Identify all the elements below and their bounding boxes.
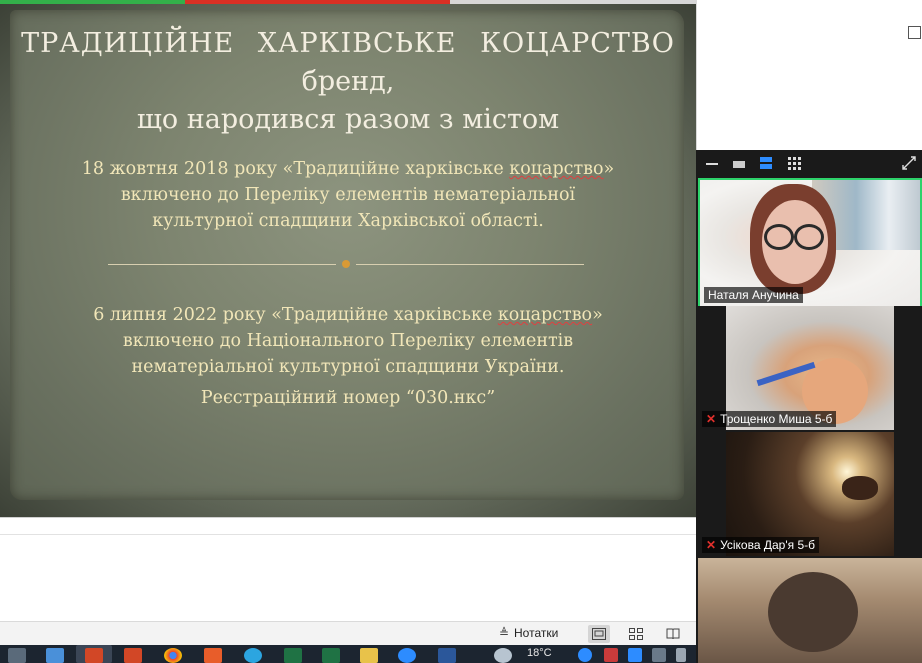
start-icon[interactable] (8, 648, 26, 663)
word-icon[interactable] (438, 648, 456, 663)
side-panel-blank (696, 0, 922, 150)
muted-mic-icon: ✕ (706, 538, 717, 552)
excel-icon-2[interactable] (322, 648, 340, 663)
tray-display-icon[interactable] (652, 648, 666, 662)
notes-pane[interactable] (0, 517, 696, 622)
gallery-view-icon[interactable] (788, 157, 802, 174)
slide-sorter-button[interactable] (625, 625, 647, 643)
fullscreen-icon[interactable] (902, 156, 916, 173)
speaker-view-icon[interactable] (760, 157, 772, 169)
notes-button[interactable]: ≜ Нотатки (498, 626, 558, 640)
panel-checkbox[interactable] (908, 26, 921, 39)
zoom-panel-toolbar (696, 150, 922, 178)
divider-left (108, 264, 336, 265)
telegram-icon[interactable] (244, 648, 262, 663)
participant-name: ✕ Усікова Дар'я 5-б (702, 537, 819, 553)
slide-subtitle-line1: бренд, (301, 66, 395, 97)
divider-ornament (342, 260, 350, 268)
registration-number: Реєстраційний номер “030.нкс” (200, 388, 496, 408)
weather-icon[interactable] (494, 648, 512, 663)
excel-icon[interactable] (284, 648, 302, 663)
glasses-left (764, 224, 794, 250)
folder-icon[interactable] (360, 648, 378, 663)
video-tile[interactable]: ✕ Усікова Дар'я 5-б (698, 432, 922, 556)
tray-app-icon[interactable] (604, 648, 618, 662)
spellcheck-word: коцарство (497, 305, 593, 325)
participant-head (768, 572, 858, 652)
slide-paragraph-regional: 18 жовтня 2018 року «Традиційне харківсь… (81, 159, 615, 231)
muted-mic-icon: ✕ (706, 412, 717, 426)
zoom-tray-icon[interactable] (578, 648, 592, 662)
zoom-icon[interactable] (398, 648, 416, 663)
spellcheck-word: коцарство (509, 159, 604, 179)
video-tile-active-speaker[interactable]: Наталя Анучина (698, 178, 922, 308)
powerpoint-icon (85, 648, 103, 663)
reading-view-button[interactable] (662, 625, 684, 643)
normal-view-icon (592, 628, 606, 640)
divider-right (356, 264, 584, 265)
app-orange-icon[interactable] (204, 648, 222, 663)
slide-paragraph-national: 6 липня 2022 року «Традиційне харківське… (93, 305, 603, 377)
glasses-right (794, 224, 824, 250)
reading-view-icon (666, 628, 680, 640)
slide-title: ТРАДИЦІЙНЕ ХАРКІВСЬКЕ КОЦАРСТВО (21, 28, 675, 59)
tray-zoom-2-icon[interactable] (628, 648, 642, 662)
tray-speaker-icon[interactable] (676, 648, 686, 662)
thumbnail-view-icon[interactable] (733, 161, 745, 168)
ceiling-lamp (842, 476, 878, 500)
normal-view-button[interactable] (588, 625, 610, 643)
participant-name: Наталя Анучина (704, 287, 803, 303)
notes-icon: ≜ (498, 626, 510, 640)
calculator-icon[interactable] (46, 648, 64, 663)
taskbar-powerpoint-active[interactable] (76, 645, 112, 663)
weather-temperature[interactable]: 18°C (527, 647, 552, 659)
status-bar: ≜ Нотатки (0, 621, 696, 646)
notes-separator (0, 534, 696, 535)
presentation-slide[interactable]: ТРАДИЦІЙНЕ ХАРКІВСЬКЕ КОЦАРСТВО бренд, щ… (0, 4, 696, 517)
slide-subtitle-line2: що народився разом з містом (136, 104, 560, 135)
chrome-icon[interactable] (164, 648, 182, 663)
slide-sorter-icon (629, 628, 643, 640)
video-tile[interactable] (698, 558, 922, 663)
zoom-video-panel: Наталя Анучина ✕ Трощенко Миша 5-б ✕ Усіко… (696, 150, 922, 663)
powerpoint-icon-2[interactable] (124, 648, 142, 663)
video-tile[interactable]: ✕ Трощенко Миша 5-б (698, 306, 922, 430)
minimize-icon[interactable] (706, 163, 718, 165)
participant-name: ✕ Трощенко Миша 5-б (702, 411, 837, 427)
